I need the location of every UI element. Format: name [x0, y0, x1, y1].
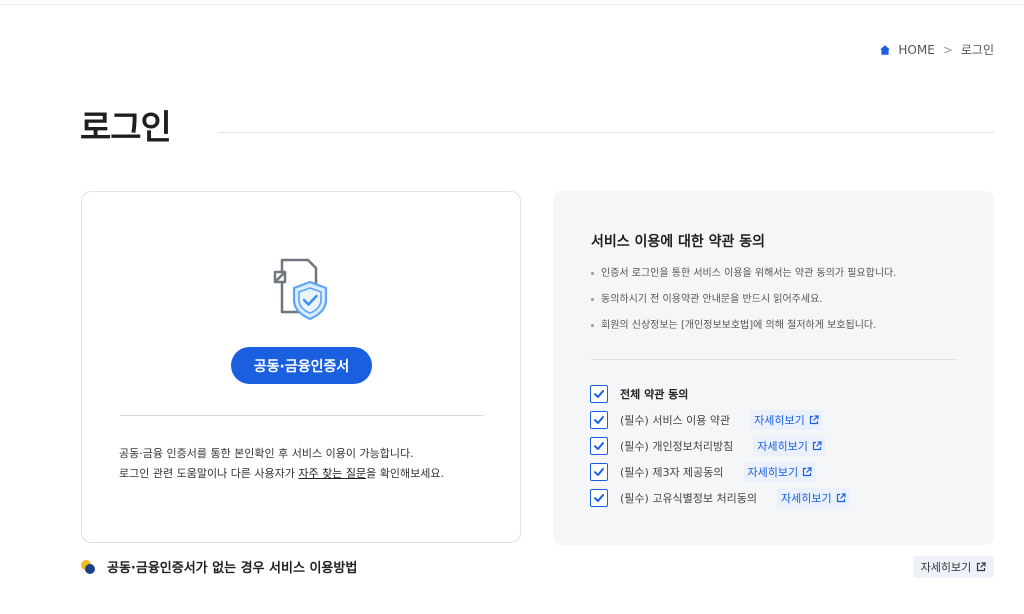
detail-link-label: 자세히보기 — [754, 414, 805, 427]
agree-third-party-checkbox[interactable] — [590, 463, 608, 481]
no-certificate-title: 공동·금융인증서가 없는 경우 서비스 이용방법 — [107, 561, 358, 576]
checkmark-icon — [594, 442, 604, 450]
top-divider — [0, 4, 1024, 5]
terms-note: 동의하시기 전 이용약관 안내문을 반드시 읽어주세요. — [591, 293, 896, 319]
service-terms-detail-link[interactable]: 자세히보기 — [750, 410, 823, 430]
no-certificate-section: 공동·금융인증서가 없는 경우 서비스 이용방법 — [81, 557, 357, 576]
checkmark-icon — [594, 390, 604, 398]
certificate-description: 공동·금융 인증서를 통한 본인확인 후 서비스 이용이 가능합니다. 로그인 … — [119, 444, 444, 484]
certificate-login-button[interactable]: 공동·금융인증서 — [231, 347, 372, 384]
agree-all-label: 전체 약관 동의 — [620, 388, 689, 401]
bullet-navy-dot — [85, 563, 95, 574]
terms-agreement-panel: 서비스 이용에 대한 약관 동의 인증서 로그인을 통한 서비스 이용을 위해서… — [553, 191, 994, 545]
agree-all-row: 전체 약관 동의 — [590, 381, 850, 407]
privacy-policy-detail-link[interactable]: 자세히보기 — [753, 436, 826, 456]
certificate-login-card: 공동·금융인증서 공동·금융 인증서를 통한 본인확인 후 서비스 이용이 가능… — [81, 191, 521, 543]
detail-button-label: 자세히보기 — [920, 561, 972, 574]
agree-all-checkbox[interactable] — [590, 385, 608, 403]
agree-service-terms-checkbox[interactable] — [590, 411, 608, 429]
breadcrumb-separator: > — [942, 42, 953, 57]
checkmark-icon — [594, 468, 604, 476]
breadcrumb: HOME > 로그인 — [879, 41, 994, 58]
agree-privacy-policy-checkbox[interactable] — [590, 437, 608, 455]
terms-notes: 인증서 로그인을 통한 서비스 이용을 위해서는 약관 동의가 필요합니다. 동… — [591, 267, 896, 345]
terms-divider — [591, 359, 957, 360]
agree-item-label: (필수) 개인정보처리방침 — [620, 440, 734, 453]
agree-item-row: (필수) 제3자 제공동의 자세히보기 — [590, 459, 850, 485]
description-prefix: 로그인 관련 도움말이나 다른 사용자가 — [119, 467, 299, 480]
agree-unique-id-checkbox[interactable] — [590, 489, 608, 507]
checkmark-icon — [594, 494, 604, 502]
agree-item-row: (필수) 서비스 이용 약관 자세히보기 — [590, 407, 850, 433]
agreement-list: 전체 약관 동의 (필수) 서비스 이용 약관 자세히보기 (필수) 개인정보처… — [590, 381, 850, 511]
terms-title: 서비스 이용에 대한 약관 동의 — [591, 234, 766, 250]
page-title: 로그인 — [80, 108, 172, 148]
terms-note: 회원의 신상정보는 [개인정보보호법]에 의해 철저하게 보호됩니다. — [591, 319, 896, 345]
agree-item-label: (필수) 제3자 제공동의 — [620, 466, 724, 479]
detail-link-label: 자세히보기 — [757, 440, 808, 453]
breadcrumb-current: 로그인 — [960, 43, 994, 57]
title-divider — [218, 132, 994, 133]
external-link-icon — [803, 467, 812, 477]
breadcrumb-home-link[interactable]: HOME — [898, 43, 934, 57]
document-shield-icon — [273, 258, 328, 321]
no-certificate-detail-button[interactable]: 자세히보기 — [913, 556, 994, 578]
agree-item-label: (필수) 서비스 이용 약관 — [620, 414, 731, 427]
agree-item-row: (필수) 고유식별정보 처리동의 자세히보기 — [590, 485, 850, 511]
description-suffix: 을 확인해보세요. — [366, 467, 444, 480]
external-link-icon — [812, 441, 822, 451]
card-divider — [120, 415, 484, 416]
home-icon — [880, 44, 891, 55]
section-bullet-icon — [81, 559, 95, 574]
faq-link[interactable]: 자주 찾는 질문 — [298, 467, 366, 480]
detail-link-label: 자세히보기 — [747, 466, 799, 479]
terms-note: 인증서 로그인을 통한 서비스 이용을 위해서는 약관 동의가 필요합니다. — [591, 267, 896, 293]
detail-link-label: 자세히보기 — [781, 492, 832, 505]
description-line-2: 로그인 관련 도움말이나 다른 사용자가 자주 찾는 질문을 확인해보세요. — [119, 464, 444, 484]
checkmark-icon — [594, 416, 604, 424]
third-party-detail-link[interactable]: 자세히보기 — [743, 462, 817, 482]
external-link-icon — [836, 493, 846, 503]
external-link-icon — [809, 415, 819, 425]
unique-id-detail-link[interactable]: 자세히보기 — [777, 488, 850, 508]
description-line-1: 공동·금융 인증서를 통한 본인확인 후 서비스 이용이 가능합니다. — [119, 447, 414, 460]
agree-item-row: (필수) 개인정보처리방침 자세히보기 — [590, 433, 850, 459]
external-link-icon — [977, 562, 986, 572]
agree-item-label: (필수) 고유식별정보 처리동의 — [620, 492, 758, 505]
